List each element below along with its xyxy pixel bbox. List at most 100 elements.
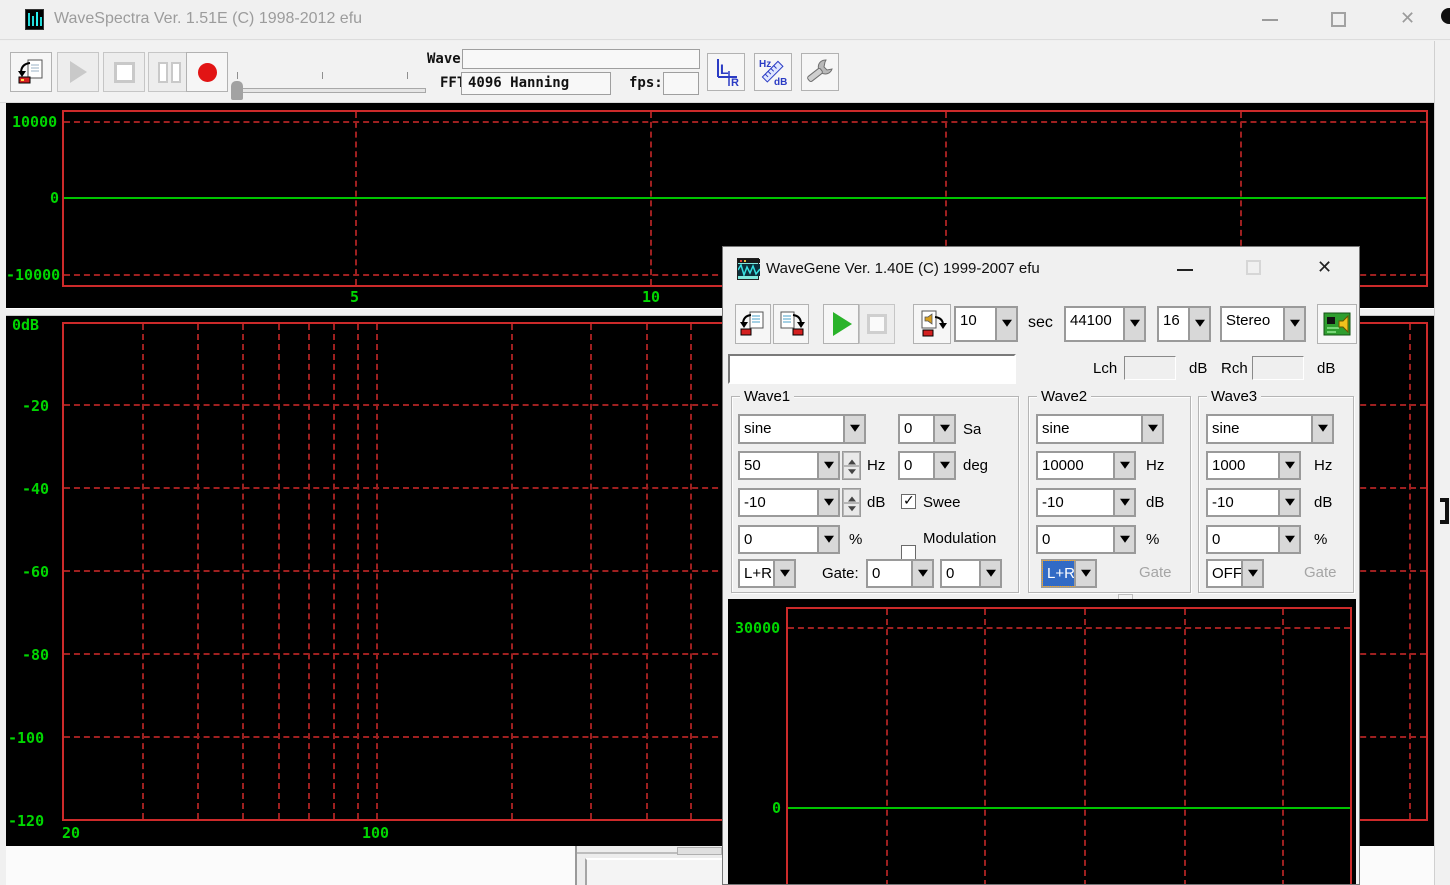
wavespectra-titlebar[interactable]: WaveSpectra Ver. 1.51E (C) 1998-2012 efu… <box>0 0 1450 40</box>
stepper-up-icon[interactable] <box>843 489 860 503</box>
unknown-edge-dot <box>1441 8 1450 24</box>
wave2-frequency-select[interactable]: 10000 <box>1036 451 1136 480</box>
wave2-group-title: Wave2 <box>1037 388 1091 405</box>
chevron-down-icon[interactable] <box>773 561 794 586</box>
chevron-down-icon[interactable] <box>817 490 838 515</box>
maximize-button[interactable] <box>1315 0 1365 40</box>
close-button[interactable]: ✕ <box>1385 0 1435 40</box>
duration-select[interactable]: 10 <box>954 306 1018 342</box>
wave2-type-select[interactable]: sine <box>1036 414 1164 444</box>
wave1-duty-select[interactable]: 0 <box>738 525 840 554</box>
wave1-frequency-select[interactable]: 50 <box>738 451 840 480</box>
plot-border-right <box>1426 322 1428 821</box>
record-icon <box>198 63 217 82</box>
chevron-down-icon[interactable] <box>1241 561 1262 586</box>
wave3-output-select[interactable]: OFF <box>1206 559 1264 588</box>
wave1-sweep-to-select[interactable]: 0 <box>898 414 956 444</box>
slider-track[interactable] <box>234 88 426 93</box>
play-button[interactable] <box>823 304 859 344</box>
chevron-down-icon[interactable] <box>1188 308 1209 340</box>
chevron-down-icon[interactable] <box>933 453 954 478</box>
wave1-type-select[interactable]: sine <box>738 414 866 444</box>
pause-button[interactable] <box>148 52 190 92</box>
play-button[interactable] <box>57 52 99 92</box>
chevron-down-icon[interactable] <box>995 308 1016 340</box>
open-file-button[interactable] <box>735 304 771 344</box>
lch-label: Lch <box>1093 360 1117 377</box>
wave1-gate-count-select[interactable]: 0 <box>940 559 1002 588</box>
wave1-sweep-to-label: Sa <box>963 421 981 438</box>
settings-button[interactable] <box>801 53 839 91</box>
stepper-down-icon[interactable] <box>843 466 860 480</box>
stop-button[interactable] <box>859 304 895 344</box>
slider-thumb[interactable] <box>231 81 243 100</box>
open-file-button[interactable] <box>10 52 52 92</box>
channel-lr-button[interactable]: L R <box>707 53 745 91</box>
chevron-down-icon[interactable] <box>817 453 838 478</box>
fft-field[interactable]: 4096 Hanning <box>461 72 611 95</box>
minimize-button[interactable] <box>1245 0 1295 40</box>
chevron-down-icon[interactable] <box>1278 453 1299 478</box>
stepper-down-icon[interactable] <box>843 503 860 517</box>
axis-units-button[interactable]: Hz dB <box>754 53 792 91</box>
chevron-down-icon[interactable] <box>1113 527 1134 552</box>
chevron-down-icon[interactable] <box>1311 416 1332 442</box>
open-file-icon <box>739 310 767 338</box>
wave1-level-select[interactable]: -10 <box>738 488 840 517</box>
wavegene-titlebar[interactable]: WaveGene Ver. 1.40E (C) 1999-2007 efu ✕ <box>723 247 1360 293</box>
svg-text:dB: dB <box>774 77 787 87</box>
chevron-down-icon[interactable] <box>1113 490 1134 515</box>
record-button[interactable] <box>186 52 228 92</box>
gridline-v4 <box>1184 609 1186 885</box>
wave1-output-select[interactable]: L+R <box>738 559 796 588</box>
chevron-down-icon[interactable] <box>933 416 954 442</box>
save-file-button[interactable] <box>773 304 809 344</box>
chevron-down-icon[interactable] <box>911 561 932 586</box>
wave1-phase-select[interactable]: 0 <box>898 451 956 480</box>
chevron-down-icon[interactable] <box>979 561 1000 586</box>
chevron-down-icon[interactable] <box>1074 561 1095 586</box>
position-slider[interactable] <box>228 52 433 94</box>
wave2-level-unit: dB <box>1146 494 1164 511</box>
sound-device-button[interactable] <box>1317 304 1357 344</box>
wave1-level-stepper[interactable] <box>842 488 861 517</box>
wave1-sweep-checkbox[interactable] <box>901 494 916 509</box>
channel-lr-icon: L R <box>711 57 741 87</box>
wavespectra-toolbar: Wave: FFT: 4096 Hanning fps: L R Hz <box>0 41 1450 103</box>
chevron-down-icon[interactable] <box>843 416 864 442</box>
wave2-output-select[interactable]: L+R <box>1041 559 1097 588</box>
channels-select[interactable]: Stereo <box>1220 306 1306 342</box>
x-tick-label: 10 <box>642 288 660 306</box>
wave1-frequency-stepper[interactable] <box>842 451 861 480</box>
fps-field[interactable] <box>663 72 699 95</box>
chevron-down-icon[interactable] <box>817 527 838 552</box>
wave1-gate-time-select[interactable]: 0 <box>866 559 934 588</box>
wave2-duty-select[interactable]: 0 <box>1036 525 1136 554</box>
icon-wave <box>738 264 760 276</box>
wave3-duty-select[interactable]: 0 <box>1206 525 1301 554</box>
plot-border-left <box>786 607 788 885</box>
maximize-button[interactable] <box>1229 247 1277 293</box>
wave3-type-select[interactable]: sine <box>1206 414 1334 444</box>
chevron-down-icon[interactable] <box>1113 453 1134 478</box>
preset-name-field[interactable] <box>728 354 1016 384</box>
y-tick-label: -100 <box>8 729 44 747</box>
wave2-level-select[interactable]: -10 <box>1036 488 1136 517</box>
stop-button[interactable] <box>103 52 145 92</box>
wave-file-output-button[interactable] <box>913 304 951 344</box>
wave3-frequency-select[interactable]: 1000 <box>1206 451 1301 480</box>
bits-select[interactable]: 16 <box>1157 306 1211 342</box>
stepper-up-icon[interactable] <box>843 452 860 466</box>
chevron-down-icon[interactable] <box>1278 527 1299 552</box>
samplerate-select[interactable]: 44100 <box>1064 306 1146 342</box>
wave-file-field[interactable] <box>462 49 700 69</box>
chevron-down-icon[interactable] <box>1278 490 1299 515</box>
wave3-level-select[interactable]: -10 <box>1206 488 1301 517</box>
chevron-down-icon[interactable] <box>1123 308 1144 340</box>
chevron-down-icon[interactable] <box>1283 308 1304 340</box>
wave1-modulation-checkbox[interactable] <box>901 545 916 560</box>
close-button[interactable]: ✕ <box>1301 247 1357 293</box>
minimize-button[interactable] <box>1161 247 1209 293</box>
chevron-down-icon[interactable] <box>1141 416 1162 442</box>
close-icon: ✕ <box>1317 257 1332 278</box>
